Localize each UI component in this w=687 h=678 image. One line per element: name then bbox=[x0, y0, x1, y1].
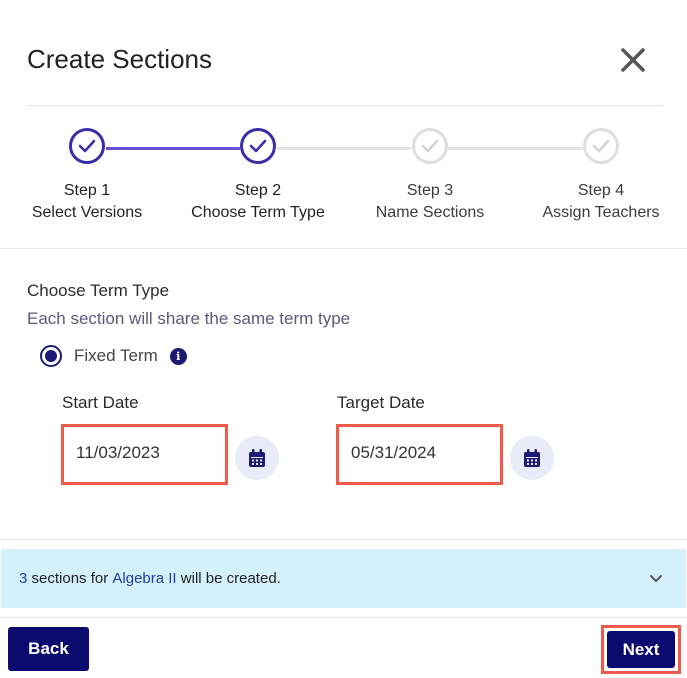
step-4: Step 4 Assign Teachers bbox=[516, 128, 686, 222]
footer-divider bbox=[0, 617, 687, 618]
step-number: Step 1 bbox=[63, 182, 111, 199]
close-icon[interactable] bbox=[618, 45, 648, 75]
check-icon bbox=[583, 128, 619, 164]
header-divider bbox=[27, 105, 662, 106]
stepper: Step 1 Select Versions Step 2 Choose Ter… bbox=[0, 128, 687, 238]
content-divider bbox=[0, 539, 687, 540]
step-name: Name Sections bbox=[375, 204, 485, 221]
target-date-calendar-button[interactable] bbox=[510, 436, 554, 480]
term-type-subheading: Each section will share the same term ty… bbox=[27, 309, 351, 328]
stepper-divider bbox=[0, 248, 687, 249]
next-button[interactable]: Next bbox=[607, 631, 675, 668]
back-button[interactable]: Back bbox=[8, 627, 89, 671]
summary-banner: 3 sections for Algebra II will be create… bbox=[1, 549, 686, 608]
banner-text: sections for bbox=[27, 570, 113, 587]
dialog-title: Create Sections bbox=[27, 44, 212, 74]
course-name: Algebra II bbox=[112, 570, 177, 587]
calendar-icon bbox=[249, 448, 265, 467]
step-2: Step 2 Choose Term Type bbox=[173, 128, 343, 222]
banner-text-end: will be created. bbox=[176, 570, 281, 587]
section-count: 3 bbox=[19, 570, 28, 587]
step-name: Assign Teachers bbox=[542, 204, 660, 221]
start-date-calendar-button[interactable] bbox=[235, 436, 279, 480]
start-date-field[interactable] bbox=[61, 424, 228, 485]
calendar-icon bbox=[524, 448, 540, 467]
chevron-down-icon[interactable] bbox=[648, 570, 664, 586]
target-date-field[interactable] bbox=[336, 424, 503, 485]
step-name: Choose Term Type bbox=[191, 204, 325, 221]
info-icon[interactable]: i bbox=[169, 347, 187, 365]
next-button-highlight: Next bbox=[601, 625, 681, 674]
step-number: Step 4 bbox=[577, 182, 625, 199]
step-name: Select Versions bbox=[31, 204, 143, 221]
term-type-heading: Choose Term Type bbox=[27, 281, 170, 300]
check-icon bbox=[412, 128, 448, 164]
start-date-input[interactable] bbox=[76, 443, 216, 463]
check-icon bbox=[240, 128, 276, 164]
target-date-label: Target Date bbox=[337, 393, 425, 412]
check-icon bbox=[69, 128, 105, 164]
fixed-term-label[interactable]: Fixed Term bbox=[74, 346, 158, 366]
fixed-term-option: Fixed Term i bbox=[40, 345, 187, 367]
radio-selected-dot bbox=[45, 350, 57, 362]
step-number: Step 3 bbox=[406, 182, 454, 199]
step-number: Step 2 bbox=[234, 182, 282, 199]
target-date-input[interactable] bbox=[351, 443, 491, 463]
step-3: Step 3 Name Sections bbox=[345, 128, 515, 222]
fixed-term-radio[interactable] bbox=[40, 345, 62, 367]
step-1: Step 1 Select Versions bbox=[2, 128, 172, 222]
start-date-label: Start Date bbox=[62, 393, 139, 412]
